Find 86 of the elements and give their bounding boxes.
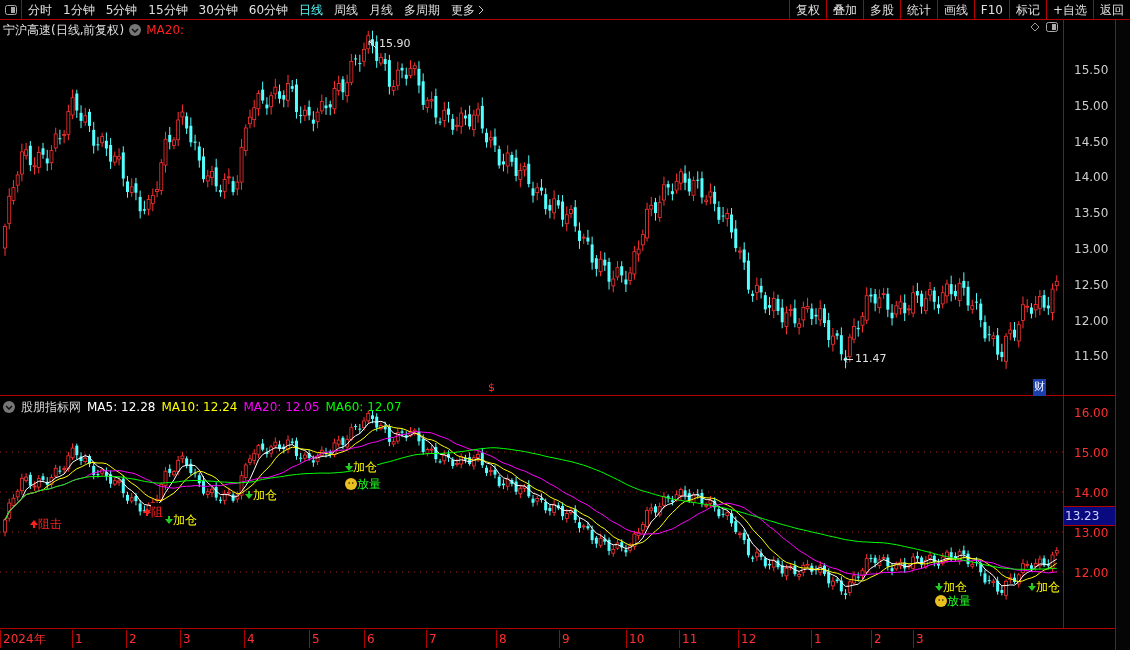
- period-tab[interactable]: 更多: [451, 0, 485, 19]
- price-axis-label: 15.00: [1074, 445, 1109, 462]
- up-arrow-icon: [30, 520, 38, 528]
- diamond-icon[interactable]: [1030, 22, 1040, 32]
- period-tab[interactable]: 多周期: [404, 0, 441, 19]
- event-marker[interactable]: $: [488, 380, 495, 397]
- finance-marker[interactable]: 财: [1033, 379, 1046, 396]
- signal-label: 阻: [151, 503, 163, 521]
- price-axis-label: 14.00: [1074, 169, 1109, 187]
- date-axis-label: 1: [72, 630, 83, 648]
- price-axis-label: 11.50: [1074, 348, 1109, 366]
- period-tab[interactable]: 5分钟: [105, 0, 138, 19]
- price-axis-label: 15.50: [1074, 62, 1109, 79]
- chart-title: 宁沪高速(日线,前复权): [3, 22, 125, 39]
- down-arrow-icon: [165, 516, 173, 524]
- smiley-icon: [935, 595, 947, 607]
- price-axis-label: 14.50: [1074, 133, 1109, 151]
- date-axis-label: 4: [244, 630, 255, 648]
- price-axis-label: 15.00: [1074, 97, 1109, 115]
- date-axis-label: 6: [364, 630, 375, 648]
- date-axis-label: 11: [679, 630, 698, 648]
- date-axis-label: 1: [811, 630, 822, 648]
- toolbar-button[interactable]: 多股: [862, 0, 900, 19]
- date-axis-label: 2: [871, 630, 882, 648]
- toolbar-button[interactable]: F10: [973, 0, 1009, 19]
- period-tab[interactable]: 分时: [28, 0, 52, 19]
- down-arrow-icon: [245, 491, 253, 499]
- dropdown-icon[interactable]: [3, 401, 15, 413]
- period-tab[interactable]: 周线: [334, 0, 359, 19]
- indicator-name: 股朋指标网: [21, 399, 81, 416]
- date-axis-label: 10: [626, 630, 645, 648]
- date-axis-label: 2024年: [0, 630, 46, 648]
- indicator-label: MA20:: [146, 22, 185, 39]
- period-tab[interactable]: 30分钟: [198, 0, 238, 19]
- signal-label: 阻击: [38, 515, 62, 533]
- down-arrow-icon: [1028, 583, 1036, 591]
- date-axis-label: 3: [180, 630, 191, 648]
- toolbar-button[interactable]: 返回: [1093, 0, 1130, 19]
- price-axis-label: 14.00: [1074, 485, 1109, 502]
- leader-line: [368, 39, 377, 49]
- panel-toggle-icon[interactable]: [4, 4, 17, 15]
- down-arrow-icon: [935, 583, 943, 591]
- dropdown-icon[interactable]: [129, 24, 142, 36]
- chevron-right-icon: [478, 5, 485, 15]
- price-axis-label: 16.00: [1074, 405, 1109, 422]
- signal-label: 加仓: [1036, 578, 1060, 596]
- date-axis-label: 2: [126, 630, 137, 648]
- toolbar-button[interactable]: 画线: [936, 0, 974, 19]
- leader-line: [843, 355, 853, 363]
- toolbar-button[interactable]: 复权: [788, 0, 826, 19]
- smiley-icon: [345, 478, 357, 490]
- period-tab[interactable]: 15分钟: [148, 0, 188, 19]
- toolbar-button[interactable]: +自选: [1045, 0, 1093, 19]
- signal-label: 放量: [357, 475, 381, 493]
- price-axis-label: 12.50: [1074, 276, 1109, 294]
- date-axis-label: 7: [426, 630, 437, 648]
- date-axis-label: 3: [913, 630, 924, 648]
- ma-legend-value: MA60: 12.07: [325, 399, 402, 416]
- price-axis-label: 13.00: [1074, 241, 1109, 258]
- ma-legend-value: MA5: 12.28: [87, 399, 156, 416]
- signal-label: 加仓: [253, 486, 277, 504]
- down-arrow-icon: [345, 463, 353, 471]
- signal-label: 放量: [947, 592, 971, 610]
- price-axis-label: 12.00: [1074, 312, 1109, 330]
- toolbar-button[interactable]: 叠加: [825, 0, 863, 19]
- price-axis-label: 13.50: [1074, 205, 1109, 223]
- toolbar-button[interactable]: 统计: [899, 0, 937, 19]
- toolbar-button[interactable]: 标记: [1008, 0, 1046, 19]
- period-tab[interactable]: 1分钟: [63, 0, 95, 19]
- date-axis-label: 5: [309, 630, 320, 648]
- period-tab[interactable]: 日线: [299, 0, 324, 19]
- panel-toggle-icon[interactable]: [1046, 22, 1058, 32]
- date-axis-label: 12: [738, 630, 757, 648]
- signal-label: 加仓: [353, 458, 377, 476]
- price-axis-label: 12.00: [1074, 565, 1109, 582]
- date-axis-label: 9: [559, 630, 570, 648]
- current-price-label: 13.23: [1064, 506, 1115, 526]
- ma-legend-value: MA20: 12.05: [243, 399, 320, 416]
- ma-legend-value: MA10: 12.24: [161, 399, 238, 416]
- date-axis-label: 8: [496, 630, 507, 648]
- signal-label: 加仓: [173, 511, 197, 529]
- max-price-label: 15.90: [378, 36, 412, 53]
- up-arrow-icon: [143, 508, 151, 516]
- period-tab[interactable]: 月线: [369, 0, 394, 19]
- price-axis-label: 13.00: [1074, 525, 1109, 542]
- period-tab[interactable]: 60分钟: [248, 0, 289, 19]
